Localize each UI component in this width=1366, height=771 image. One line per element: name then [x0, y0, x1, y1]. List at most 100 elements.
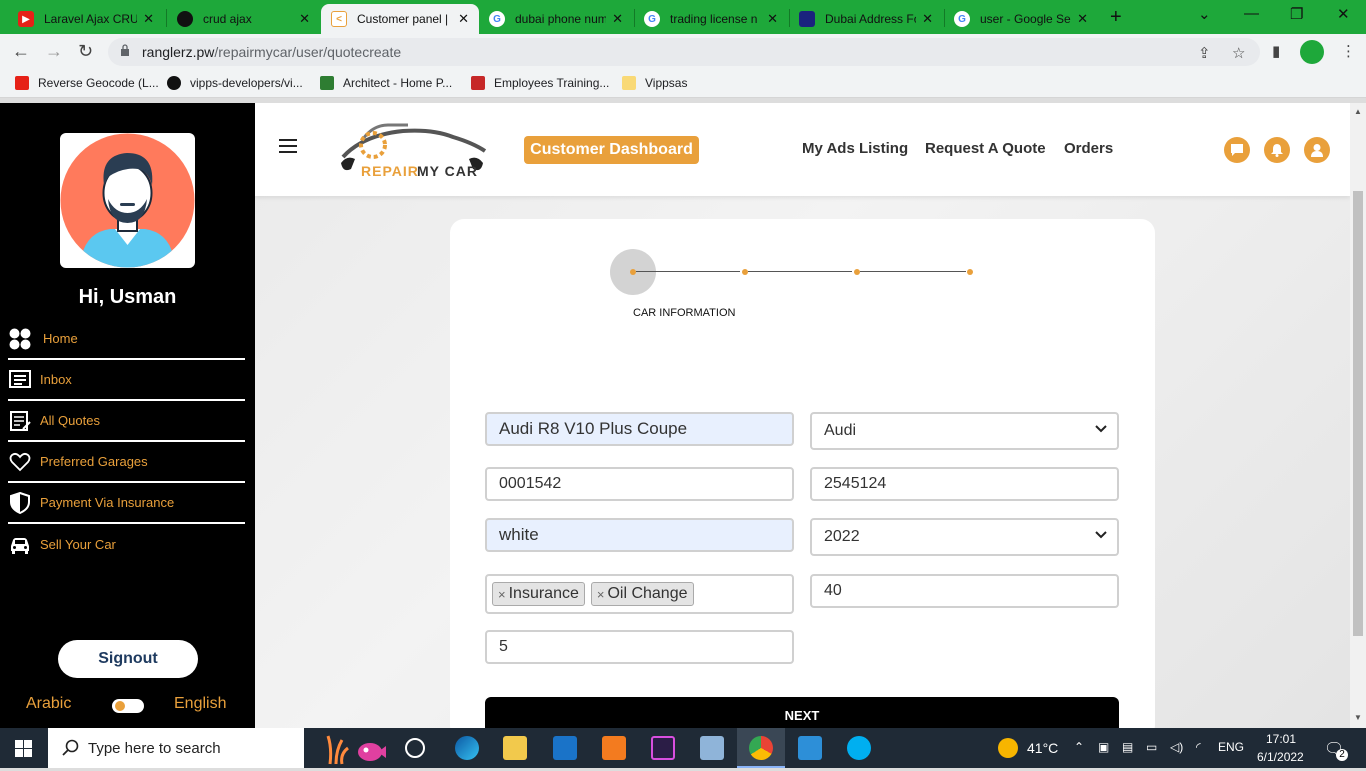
search-highlights-icon[interactable]: [320, 730, 390, 766]
sidebar-item-sell-car[interactable]: Sell Your Car: [8, 524, 245, 565]
bookmark-architect[interactable]: Architect - Home P...: [320, 76, 452, 90]
sidebar-item-inbox[interactable]: Inbox: [8, 360, 245, 401]
service-tag: × Insurance: [492, 582, 585, 606]
scrollbar-thumb[interactable]: [1353, 191, 1363, 636]
vscode-icon[interactable]: [798, 736, 822, 760]
mail-icon[interactable]: [553, 736, 577, 760]
field-a-input[interactable]: 0001542: [485, 467, 794, 501]
field-d-input[interactable]: 5: [485, 630, 794, 664]
forward-icon[interactable]: →: [45, 41, 63, 62]
remove-tag-icon[interactable]: ×: [597, 587, 605, 602]
lang-english-label: English: [174, 695, 227, 712]
side-panel-icon[interactable]: ▮: [1272, 42, 1280, 60]
next-button[interactable]: NEXT: [485, 697, 1119, 728]
tab-dubai-phone[interactable]: G dubai phone num ✕: [479, 4, 633, 34]
remove-tag-icon[interactable]: ×: [498, 587, 506, 602]
signout-button[interactable]: Signout: [58, 640, 198, 678]
chat-icon[interactable]: [1224, 137, 1250, 163]
bookmark-reverse-geocode[interactable]: Reverse Geocode (L...: [15, 76, 159, 90]
close-window-icon[interactable]: ✕: [1337, 5, 1350, 23]
sidebar-item-payment-insurance[interactable]: Payment Via Insurance: [8, 483, 245, 524]
services-multiselect[interactable]: × Insurance × Oil Change: [485, 574, 794, 614]
year-select[interactable]: 2022: [810, 518, 1119, 556]
profile-avatar-icon[interactable]: [1300, 40, 1324, 64]
language-indicator[interactable]: ENG: [1218, 740, 1244, 754]
volume-icon[interactable]: ◁): [1170, 740, 1183, 754]
share-icon[interactable]: ⇪: [1198, 44, 1211, 62]
page-scrollbar[interactable]: ▲ ▼: [1350, 103, 1366, 728]
color-input[interactable]: white: [485, 518, 794, 552]
repair-my-car-logo[interactable]: REPAIR MY CAR: [333, 117, 493, 187]
phpstorm-icon[interactable]: [651, 736, 675, 760]
tray-network-icon[interactable]: ▣: [1098, 740, 1109, 754]
sidebar-item-label: Inbox: [40, 372, 72, 387]
tab-crud-ajax[interactable]: crud ajax ✕: [167, 4, 320, 34]
tab-search-chevron-icon[interactable]: ⌄: [1198, 5, 1211, 23]
restore-icon[interactable]: ❐: [1290, 5, 1303, 23]
field-c-input[interactable]: 40: [810, 574, 1119, 608]
nav-orders[interactable]: Orders: [1064, 140, 1113, 157]
github-icon: [177, 11, 193, 27]
make-select[interactable]: Audi: [810, 412, 1119, 450]
bookmark-star-icon[interactable]: ☆: [1232, 44, 1245, 62]
task-view-icon[interactable]: [405, 738, 425, 758]
close-tab-icon[interactable]: ✕: [767, 11, 778, 27]
folder-icon: [622, 76, 636, 90]
wifi-icon[interactable]: ◜: [1196, 740, 1201, 754]
menu-kebab-icon[interactable]: ⋮: [1341, 42, 1356, 60]
user-profile-icon[interactable]: [1304, 137, 1330, 163]
close-tab-icon[interactable]: ✕: [922, 11, 933, 27]
file-explorer-icon[interactable]: [503, 736, 527, 760]
close-tab-icon[interactable]: ✕: [1077, 11, 1088, 27]
address-bar[interactable]: ranglerz.pw/repairmycar/user/quotecreate…: [108, 38, 1260, 66]
step-dot: [967, 269, 973, 275]
notepad-icon[interactable]: [700, 736, 724, 760]
tab-dubai-address[interactable]: Dubai Address Fo ✕: [789, 4, 943, 34]
new-tab-icon[interactable]: +: [1110, 6, 1122, 29]
hamburger-menu-icon[interactable]: [279, 139, 297, 153]
language-toggle[interactable]: [112, 699, 144, 713]
customer-dashboard-button[interactable]: Customer Dashboard: [524, 136, 699, 164]
tab-laravel-ajax[interactable]: ▶ Laravel Ajax CRUD ✕: [8, 4, 164, 34]
minimize-icon[interactable]: —: [1244, 5, 1259, 22]
taskbar-search-box[interactable]: Type here to search: [48, 728, 304, 768]
close-tab-icon[interactable]: ✕: [612, 11, 623, 27]
clock-time[interactable]: 17:01: [1266, 732, 1296, 746]
sidebar-item-home[interactable]: Home: [8, 319, 245, 360]
battery-icon[interactable]: ▭: [1146, 740, 1157, 754]
tab-trading-license[interactable]: G trading license n ✕: [634, 4, 788, 34]
field-b-input[interactable]: 2545124: [810, 467, 1119, 501]
google-icon: G: [489, 11, 505, 27]
nav-request-quote[interactable]: Request A Quote: [925, 140, 1046, 157]
sidebar-item-preferred-garages[interactable]: Preferred Garages: [8, 442, 245, 483]
scroll-up-icon[interactable]: ▲: [1354, 107, 1362, 116]
map-favicon-icon: [799, 11, 815, 27]
sidebar-item-all-quotes[interactable]: All Quotes: [8, 401, 245, 442]
edge-icon[interactable]: [455, 736, 479, 760]
bookmark-employees-training[interactable]: Employees Training...: [471, 76, 609, 90]
xampp-icon[interactable]: [602, 736, 626, 760]
avatar: [60, 133, 195, 268]
windows-start-icon[interactable]: [15, 740, 32, 757]
weather-sun-icon[interactable]: [998, 738, 1018, 758]
close-tab-icon[interactable]: ✕: [143, 11, 154, 27]
weather-temp[interactable]: 41°C: [1027, 740, 1058, 756]
close-tab-icon[interactable]: ✕: [458, 11, 469, 27]
bell-icon[interactable]: [1264, 137, 1290, 163]
tray-onedrive-icon[interactable]: ▤: [1122, 740, 1133, 754]
car-model-input[interactable]: Audi R8 V10 Plus Coupe: [485, 412, 794, 446]
bookmark-vipps-developers[interactable]: vipps-developers/vi...: [167, 76, 303, 90]
scroll-down-icon[interactable]: ▼: [1354, 713, 1362, 722]
close-tab-icon[interactable]: ✕: [299, 11, 310, 27]
tab-user-google[interactable]: G user - Google Se ✕: [944, 4, 1098, 34]
tab-customer-panel[interactable]: < Customer panel | ✕: [321, 4, 479, 34]
clock-date[interactable]: 6/1/2022: [1257, 750, 1304, 764]
bookmark-vippsas[interactable]: Vippsas: [622, 76, 687, 90]
tray-chevron-icon[interactable]: ⌃: [1074, 740, 1084, 754]
svg-text:REPAIR: REPAIR: [361, 163, 419, 179]
nav-my-ads-listing[interactable]: My Ads Listing: [802, 140, 908, 157]
back-icon[interactable]: ←: [12, 41, 30, 62]
chrome-taskbar-button[interactable]: [737, 728, 785, 768]
skype-icon[interactable]: [847, 736, 871, 760]
reload-icon[interactable]: ↻: [78, 41, 93, 62]
